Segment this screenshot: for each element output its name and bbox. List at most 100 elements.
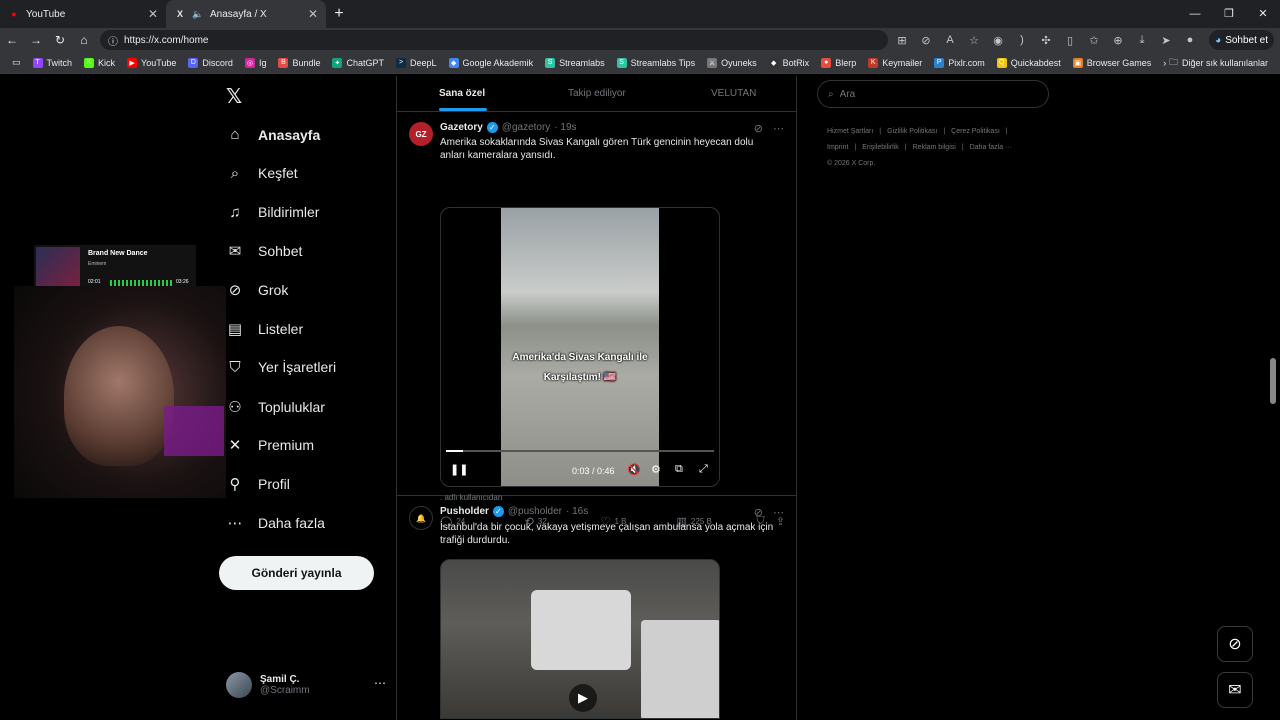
speaker-icon[interactable]: 🔈	[192, 8, 204, 20]
mute-icon[interactable]: 🔇	[627, 463, 641, 476]
sidebar-item-mail[interactable]: ✉ Sohbet	[226, 242, 303, 260]
bookmark-browser-games[interactable]: ▣ Browser Games	[1067, 57, 1158, 68]
sidebar-item-bell[interactable]: ♫ Bildirimler	[226, 204, 319, 221]
footer-link[interactable]: Erişilebilirlik	[862, 144, 899, 151]
bookmark-pixlr-com[interactable]: P Pixlr.com	[928, 57, 991, 68]
extension-icon[interactable]: )	[1010, 34, 1034, 46]
bookmark-chatgpt[interactable]: ✦ ChatGPT	[326, 57, 390, 68]
bookmark-discord[interactable]: D Discord	[182, 57, 239, 68]
scrollbar-thumb[interactable]	[1270, 358, 1276, 404]
tab-velutan[interactable]: VELUTAN	[711, 88, 756, 99]
bookmark-quickabdest[interactable]: Q Quickabdest	[991, 57, 1067, 68]
share-icon[interactable]: ➤	[1154, 34, 1178, 47]
search-input[interactable]	[839, 88, 1020, 100]
tweet-handle[interactable]: @pusholder	[508, 506, 562, 517]
reload-icon[interactable]: ↻	[48, 33, 72, 47]
page-scrollbar[interactable]	[1268, 76, 1278, 720]
bookmark-oyuneks[interactable]: ⚔ Oyuneks	[701, 57, 763, 68]
bookmark-google-akademik[interactable]: ◆ Google Akademik	[443, 57, 540, 68]
install-app-icon[interactable]: ⊞	[890, 34, 914, 47]
collections-icon[interactable]: ⊕	[1106, 34, 1130, 47]
sidebar-item-grok[interactable]: ⊘ Grok	[226, 281, 289, 299]
sidebar-item-list[interactable]: ▤ Listeler	[226, 320, 303, 338]
address-bar[interactable]: ⓘ https://x.com/home	[100, 30, 888, 50]
tweet-author-name[interactable]: Gazetory	[440, 122, 483, 133]
avatar[interactable]: GZ	[409, 122, 433, 146]
other-favorites[interactable]: 🗀 Diğer sık kullanılanlar	[1169, 52, 1268, 74]
bookmark-keymailer[interactable]: K Keymailer	[862, 57, 928, 68]
x-logo-icon[interactable]: 𝕏	[226, 84, 242, 109]
footer-link[interactable]: © 2026 X Corp.	[827, 160, 875, 167]
tab-youtube[interactable]: ● YouTube ✕	[0, 0, 166, 28]
home-icon[interactable]: ⌂	[72, 33, 96, 47]
read-aloud-icon[interactable]: A	[938, 34, 962, 46]
tweet-author-name[interactable]: Pusholder	[440, 506, 489, 517]
copilot-chat-button[interactable]: ◕ Sohbet et	[1209, 30, 1274, 50]
more-icon[interactable]: ⋯	[773, 122, 784, 135]
sidebar-item-profile[interactable]: ⚲ Profil	[226, 475, 290, 493]
grok-icon[interactable]: ⊘	[754, 122, 763, 135]
tracking-icon[interactable]: ⊘	[914, 34, 938, 47]
sidebar-item-x-logo[interactable]: ✕ Premium	[226, 436, 314, 454]
grok-float-button[interactable]: ⊘	[1217, 626, 1253, 662]
footer-link[interactable]: Hizmet Şartları	[827, 128, 873, 135]
tweet-handle[interactable]: @gazetory	[502, 122, 551, 133]
download-icon[interactable]: ⤓	[1130, 34, 1154, 47]
footer-link[interactable]: Reklam bilgisi	[913, 144, 956, 151]
search-box[interactable]: ⌕	[817, 80, 1049, 108]
restore-icon[interactable]: ❐	[1212, 0, 1246, 28]
play-icon[interactable]: ▶	[569, 684, 597, 712]
bookmark-botrix[interactable]: ◆ BotRix	[763, 57, 816, 68]
footer-link[interactable]: Daha fazla ···	[970, 144, 1012, 151]
footer-link[interactable]: Gizlilik Politikası	[887, 128, 937, 135]
new-tab-button[interactable]: +	[326, 5, 352, 23]
pause-icon[interactable]: ❚❚	[450, 463, 468, 476]
sidebar-item-search[interactable]: ⌕ Keşfet	[226, 165, 298, 182]
minimize-icon[interactable]: —	[1178, 0, 1212, 28]
bookmark-bundle[interactable]: B Bundle	[272, 57, 326, 68]
puzzle-icon[interactable]: ✣	[1034, 34, 1058, 47]
bookmark-twitch[interactable]: T Twitch	[27, 57, 79, 68]
close-tab-icon[interactable]: ✕	[308, 7, 318, 21]
tab-following[interactable]: Takip ediliyor	[568, 88, 626, 99]
extension-icon[interactable]: ◉	[986, 34, 1010, 47]
bookmark-blerp[interactable]: ● Blerp	[815, 57, 862, 68]
picture-in-picture-icon[interactable]: ⧉	[675, 463, 683, 476]
tab-x-home[interactable]: X 🔈 Anasayfa / X ✕	[166, 0, 326, 28]
profile-avatar-icon[interactable]: ●	[1178, 34, 1202, 46]
close-window-icon[interactable]: ✕	[1246, 0, 1280, 28]
info-icon[interactable]: ⓘ	[108, 33, 118, 48]
back-icon[interactable]: ←	[0, 33, 24, 47]
tweet[interactable]: 🔔 Pusholder ✓ @pusholder · 16s ⊘ ⋯ İstan…	[397, 496, 796, 720]
more-icon[interactable]: ⋯	[773, 506, 784, 519]
sidebar-item-communities[interactable]: ⚇ Topluluklar	[226, 398, 325, 416]
split-screen-icon[interactable]: ▯	[1058, 34, 1082, 47]
account-switcher[interactable]: Şamil Ç. @Scraimm ⋯	[226, 672, 386, 698]
sidebar-item-home[interactable]: ⌂ Anasayfa	[226, 126, 320, 143]
tweet-time[interactable]: · 19s	[554, 122, 576, 133]
favorites-icon[interactable]: ✩	[1082, 34, 1106, 47]
bookmark-deepl[interactable]: > DeepL	[390, 57, 443, 68]
bookmark-ig[interactable]: ◎ Ig	[239, 57, 273, 68]
fullscreen-icon[interactable]: ⤢	[699, 463, 708, 476]
tab-for-you[interactable]: Sana özel	[439, 88, 485, 99]
messages-float-button[interactable]: ✉	[1217, 672, 1253, 708]
tweet[interactable]: GZ Gazetory ✓ @gazetory · 19s ⊘ ⋯ Amerik…	[397, 113, 796, 528]
sidebar-item-more-circle[interactable]: ⋯ Daha fazla	[226, 514, 325, 532]
avatar[interactable]: 🔔	[409, 506, 433, 530]
settings-icon[interactable]: ⚙	[651, 463, 661, 476]
tweet-time[interactable]: · 16s	[566, 506, 588, 517]
close-tab-icon[interactable]: ✕	[148, 7, 158, 21]
bookmark-streamlabs-tips[interactable]: S Streamlabs Tips	[611, 57, 702, 68]
bookmark-kick[interactable]: K Kick	[78, 57, 121, 68]
more-icon[interactable]: ⋯	[374, 676, 386, 690]
video-progress-bar[interactable]	[446, 450, 714, 452]
grok-icon[interactable]: ⊘	[754, 506, 763, 519]
favorite-star-icon[interactable]: ☆	[962, 34, 986, 47]
sidebar-toggle-icon[interactable]: ▭	[6, 57, 27, 68]
bookmark-youtube[interactable]: ▶ YouTube	[121, 57, 182, 68]
footer-link[interactable]: Çerez Politikası	[951, 128, 1000, 135]
footer-link[interactable]: Imprint	[827, 144, 848, 151]
bookmark-streamlabs[interactable]: S Streamlabs	[539, 57, 611, 68]
video-player[interactable]: Amerika'da Sivas Kangalı ile Karşılaştım…	[440, 207, 720, 487]
